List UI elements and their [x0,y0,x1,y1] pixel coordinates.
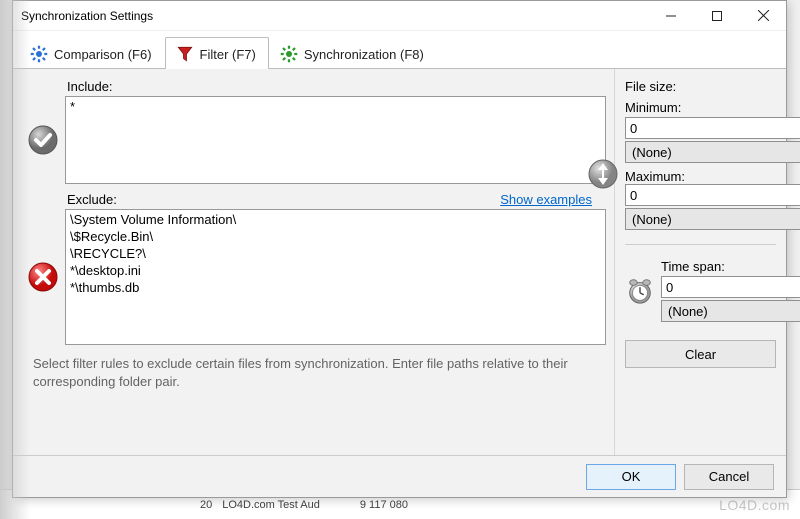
minimum-input[interactable] [626,118,800,138]
timespan-spinner[interactable]: ▲ ▼ [661,276,800,298]
minimum-unit-select[interactable]: (None) [625,141,800,163]
maximum-unit-select[interactable]: (None) [625,208,800,230]
include-textarea[interactable]: * [65,96,606,184]
minimum-spinner[interactable]: ▲ ▼ [625,117,800,139]
timespan-block: Time span: ▲ ▼ (None) [625,259,776,322]
tab-strip: Comparison (F6) Filter (F7) Synchronizat… [13,31,786,69]
dialog-body: Include: * Exclude: Show examples [13,69,786,455]
clear-button[interactable]: Clear [625,340,776,368]
clock-icon [625,275,655,307]
close-icon [758,10,769,21]
titlebar: Synchronization Settings [13,1,786,31]
exclude-label: Exclude: [67,192,117,207]
minimize-button[interactable] [648,1,694,30]
exclude-error-icon [27,261,59,293]
left-panel: Include: * Exclude: Show examples [13,69,614,455]
right-panel: File size: Minimum: ▲ ▼ (None) Maximum: [614,69,786,455]
filesize-label: File size: [625,79,776,94]
dialog-window: Synchronization Settings Comparison (F6) [12,0,787,498]
minimize-icon [666,11,676,21]
timespan-label: Time span: [661,259,800,274]
window-title: Synchronization Settings [21,9,153,23]
maximize-button[interactable] [694,1,740,30]
maximum-label: Maximum: [625,169,800,184]
exclude-textarea[interactable]: \System Volume Information\ \$Recycle.Bi… [65,209,606,345]
show-examples-link[interactable]: Show examples [500,192,592,207]
maximize-icon [712,11,722,21]
tab-label: Synchronization (F8) [304,47,424,62]
exclude-header: Exclude: Show examples [67,192,606,207]
minimum-label: Minimum: [625,100,776,115]
include-row: * [27,96,606,184]
close-button[interactable] [740,1,786,30]
filesize-block: ▲ ▼ (None) Maximum: ▲ ▼ [625,117,776,230]
exclude-row: \System Volume Information\ \$Recycle.Bi… [27,209,606,345]
cancel-button[interactable]: Cancel [684,464,774,490]
gear-green-icon [280,45,298,63]
tab-synchronization[interactable]: Synchronization (F8) [269,37,437,69]
tab-label: Comparison (F6) [54,47,152,62]
include-label: Include: [67,79,606,94]
tab-filter[interactable]: Filter (F7) [165,37,269,69]
ok-button[interactable]: OK [586,464,676,490]
maximum-spinner[interactable]: ▲ ▼ [625,184,800,206]
funnel-icon [176,45,194,63]
include-check-icon [27,124,59,156]
timespan-unit-select[interactable]: (None) [661,300,800,322]
updown-arrow-icon [587,158,619,193]
hint-text: Select filter rules to exclude certain f… [33,355,606,390]
tab-comparison[interactable]: Comparison (F6) [19,37,165,69]
window-controls [648,1,786,30]
timespan-input[interactable] [662,277,800,297]
maximum-input[interactable] [626,185,800,205]
dialog-footer: OK Cancel [13,455,786,497]
gear-blue-icon [30,45,48,63]
tab-label: Filter (F7) [200,47,256,62]
divider [625,244,776,245]
